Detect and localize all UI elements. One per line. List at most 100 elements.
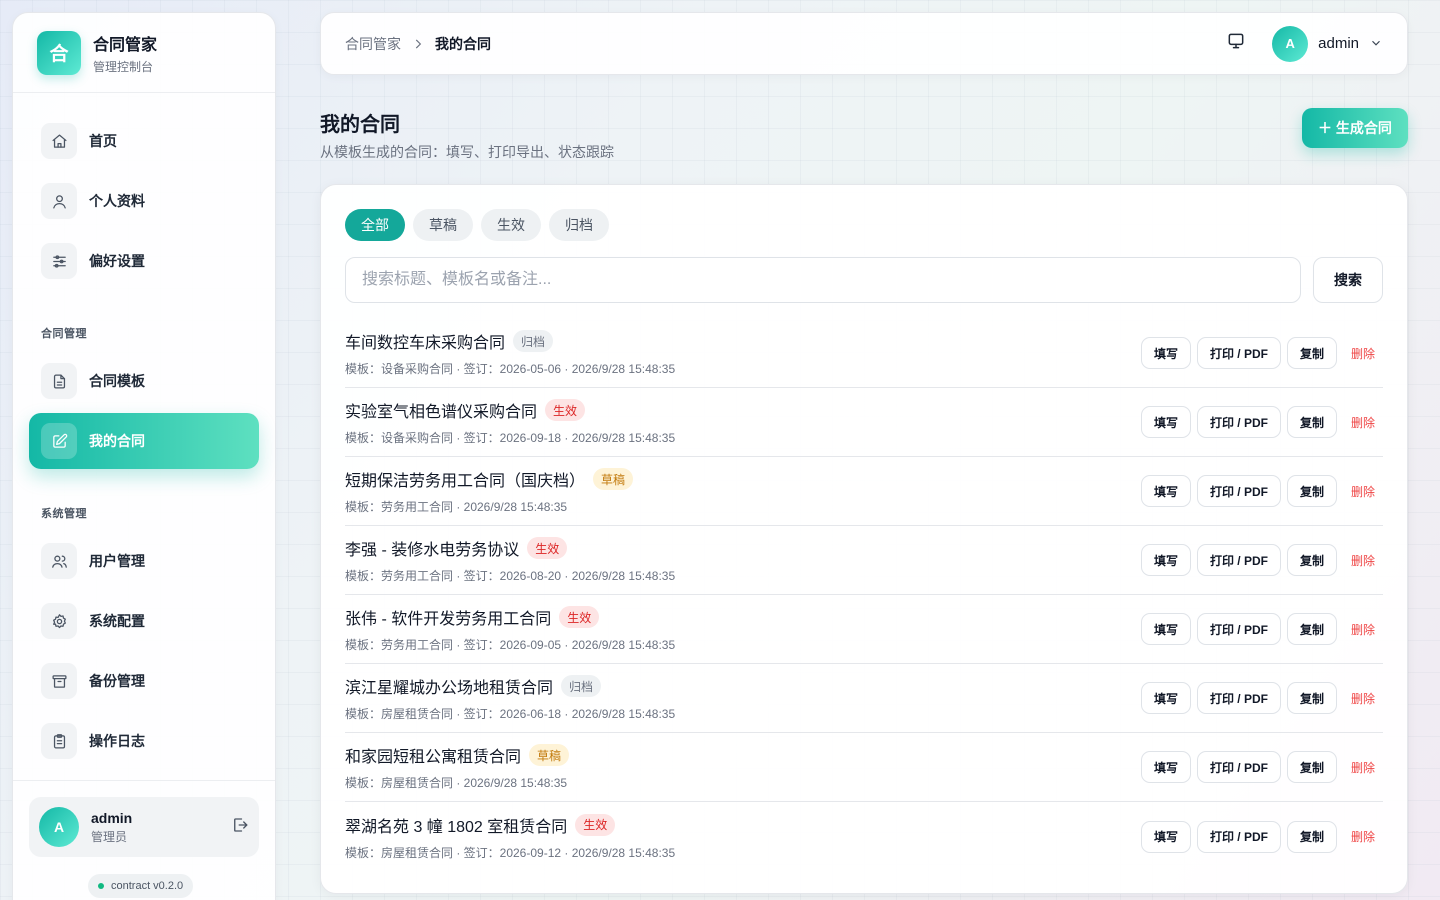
fill-button[interactable]: 填写 xyxy=(1140,613,1191,645)
fill-button[interactable]: 填写 xyxy=(1140,544,1191,576)
search-input[interactable] xyxy=(345,257,1301,303)
copy-button[interactable]: 复制 xyxy=(1286,475,1337,507)
monitor-icon[interactable] xyxy=(1226,31,1246,56)
tab-all[interactable]: 全部 xyxy=(345,209,405,241)
divider xyxy=(13,780,275,781)
clipboard-icon xyxy=(41,723,77,759)
topbar-username[interactable]: admin xyxy=(1318,35,1359,52)
table-row: 和家园短租公寓租赁合同 草稿模板：房屋租赁合同 · 2026/9/28 15:48… xyxy=(345,733,1383,802)
tab-draft[interactable]: 草稿 xyxy=(413,209,473,241)
sidebar-item-backup[interactable]: 备份管理 xyxy=(29,653,259,709)
status-badge: 归档 xyxy=(561,675,602,697)
contract-meta: 模板：劳务用工合同 · 签订：2026-08-20 · 2026/9/28 15… xyxy=(345,569,676,583)
contract-title[interactable]: 短期保洁劳务用工合同（国庆档） xyxy=(345,467,585,491)
print-pdf-button[interactable]: 打印 / PDF xyxy=(1196,337,1281,369)
contract-title[interactable]: 张伟 - 软件开发劳务用工合同 xyxy=(345,605,551,629)
sidebar-item-label: 偏好设置 xyxy=(89,253,145,269)
sidebar-item-label: 备份管理 xyxy=(89,673,145,689)
tab-archived[interactable]: 归档 xyxy=(549,209,609,241)
print-pdf-button[interactable]: 打印 / PDF xyxy=(1196,406,1281,438)
sidebar-user-card: A admin 管理员 xyxy=(29,797,259,857)
fill-button[interactable]: 填写 xyxy=(1140,682,1191,714)
sidebar-item-my-contracts[interactable]: 我的合同 xyxy=(29,413,259,469)
sidebar-item-preferences[interactable]: 偏好设置 xyxy=(29,233,259,289)
table-row: 张伟 - 软件开发劳务用工合同 生效 模板：劳务用工合同 · 签订：2026-09-… xyxy=(345,595,1383,664)
copy-button[interactable]: 复制 xyxy=(1286,406,1337,438)
contract-title[interactable]: 翠湖名苑 3 幢 1802 室租赁合同 xyxy=(345,813,567,837)
print-pdf-button[interactable]: 打印 / PDF xyxy=(1196,682,1281,714)
sliders-icon xyxy=(41,243,77,279)
copy-button[interactable]: 复制 xyxy=(1286,751,1337,783)
sidebar-item-home[interactable]: 首页 xyxy=(29,113,259,169)
fill-button[interactable]: 填写 xyxy=(1140,337,1191,369)
copy-button[interactable]: 复制 xyxy=(1286,544,1337,576)
delete-button[interactable]: 删除 xyxy=(1351,621,1375,638)
fill-button[interactable]: 填写 xyxy=(1140,820,1191,853)
contract-title[interactable]: 实验室气相色谱仪采购合同 xyxy=(345,398,537,422)
sidebar-user-role: 管理员 xyxy=(91,829,128,844)
status-badge: 生效 xyxy=(545,399,586,421)
contract-title[interactable]: 李强 - 装修水电劳务协议 xyxy=(345,536,519,560)
sidebar-item-templates[interactable]: 合同模板 xyxy=(29,353,259,409)
delete-button[interactable]: 删除 xyxy=(1351,690,1375,707)
status-badge: 草稿 xyxy=(593,468,634,490)
delete-button[interactable]: 删除 xyxy=(1351,759,1375,776)
logout-icon[interactable] xyxy=(231,816,249,839)
page-title: 我的合同 xyxy=(320,114,400,136)
brand[interactable]: 合 合同管家 管理控制台 xyxy=(13,13,275,93)
page-subtitle: 从模板生成的合同：填写、打印导出、状态跟踪 xyxy=(320,144,614,160)
delete-button[interactable]: 删除 xyxy=(1351,414,1375,431)
delete-button[interactable]: 删除 xyxy=(1351,345,1375,362)
sidebar-item-users[interactable]: 用户管理 xyxy=(29,533,259,589)
copy-button[interactable]: 复制 xyxy=(1286,613,1337,645)
create-contract-button[interactable]: ＋ 生成合同 xyxy=(1302,108,1408,148)
avatar[interactable]: A xyxy=(1272,25,1309,62)
print-pdf-button[interactable]: 打印 / PDF xyxy=(1196,613,1281,645)
contract-meta: 模板：房屋租赁合同 · 签订：2026-09-12 · 2026/9/28 15… xyxy=(345,845,676,860)
avatar: A xyxy=(39,807,79,847)
status-badge: 生效 xyxy=(527,537,568,559)
copy-button[interactable]: 复制 xyxy=(1286,820,1337,853)
copy-button[interactable]: 复制 xyxy=(1286,682,1337,714)
sidebar: 合 合同管家 管理控制台 首页 个人资料 偏好设置 合同管理 合同模板 我的合同… xyxy=(12,12,276,900)
print-pdf-button[interactable]: 打印 / PDF xyxy=(1196,475,1281,507)
table-row: 实验室气相色谱仪采购合同 生效模板：设备采购合同 · 签订：2026-09-18 … xyxy=(345,388,1383,457)
search-button[interactable]: 搜索 xyxy=(1313,257,1383,303)
fill-button[interactable]: 填写 xyxy=(1140,475,1191,507)
print-pdf-button[interactable]: 打印 / PDF xyxy=(1196,544,1281,576)
status-badge: 生效 xyxy=(559,606,600,628)
breadcrumb-root[interactable]: 合同管家 xyxy=(345,34,401,54)
contract-title[interactable]: 车间数控车床采购合同 xyxy=(345,329,505,353)
sidebar-item-config[interactable]: 系统配置 xyxy=(29,593,259,649)
table-row: 李强 - 装修水电劳务协议 生效模板：劳务用工合同 · 签订：2026-08-20… xyxy=(345,526,1383,595)
delete-button[interactable]: 删除 xyxy=(1351,828,1375,845)
tab-active[interactable]: 生效 xyxy=(481,209,541,241)
fill-button[interactable]: 填写 xyxy=(1140,406,1191,438)
contracts-card: 全部 草稿 生效 归档 搜索 车间数控车床采购合同归档模板：设备采购合同 · 签… xyxy=(320,184,1408,894)
contract-meta: 模板：设备采购合同 · 签订：2026-09-18 · 2026/9/28 15… xyxy=(345,431,676,445)
file-text-icon xyxy=(41,363,77,399)
sidebar-item-profile[interactable]: 个人资料 xyxy=(29,173,259,229)
status-badge: 草稿 xyxy=(529,744,570,766)
users-icon xyxy=(41,543,77,579)
delete-button[interactable]: 删除 xyxy=(1351,483,1375,500)
contract-title[interactable]: 和家园短租公寓租赁合同 xyxy=(345,743,521,767)
brand-title: 合同管家 xyxy=(93,36,158,54)
section-title-contracts: 合同管理 xyxy=(41,328,87,340)
copy-button[interactable]: 复制 xyxy=(1286,337,1337,369)
chevron-down-icon[interactable] xyxy=(1359,33,1383,55)
version-label: contract v0.2.0 xyxy=(111,880,184,892)
sidebar-item-label: 首页 xyxy=(89,133,117,149)
contract-meta: 模板：房屋租赁合同 · 2026/9/28 15:48:35 xyxy=(345,776,568,790)
contract-title[interactable]: 滨江星耀城办公场地租赁合同 xyxy=(345,674,553,698)
delete-button[interactable]: 删除 xyxy=(1351,552,1375,569)
contract-list: 车间数控车床采购合同 归档 模板：设备采购合同 · 签订：2026-05-06 · … xyxy=(345,319,1383,871)
table-row: 滨江星耀城办公场地租赁合同 归档 模板：房屋租赁合同 · 签订：2026-06-18… xyxy=(345,664,1383,733)
sidebar-user-name: admin xyxy=(91,809,133,826)
print-pdf-button[interactable]: 打印 / PDF xyxy=(1196,751,1281,783)
fill-button[interactable]: 填写 xyxy=(1140,751,1191,783)
print-pdf-button[interactable]: 打印 / PDF xyxy=(1196,820,1281,853)
sidebar-item-logs[interactable]: 操作日志 xyxy=(29,713,259,769)
status-badge: 生效 xyxy=(575,813,616,836)
contract-meta: 模板：劳务用工合同 · 2026/9/28 15:48:35 xyxy=(345,500,568,514)
